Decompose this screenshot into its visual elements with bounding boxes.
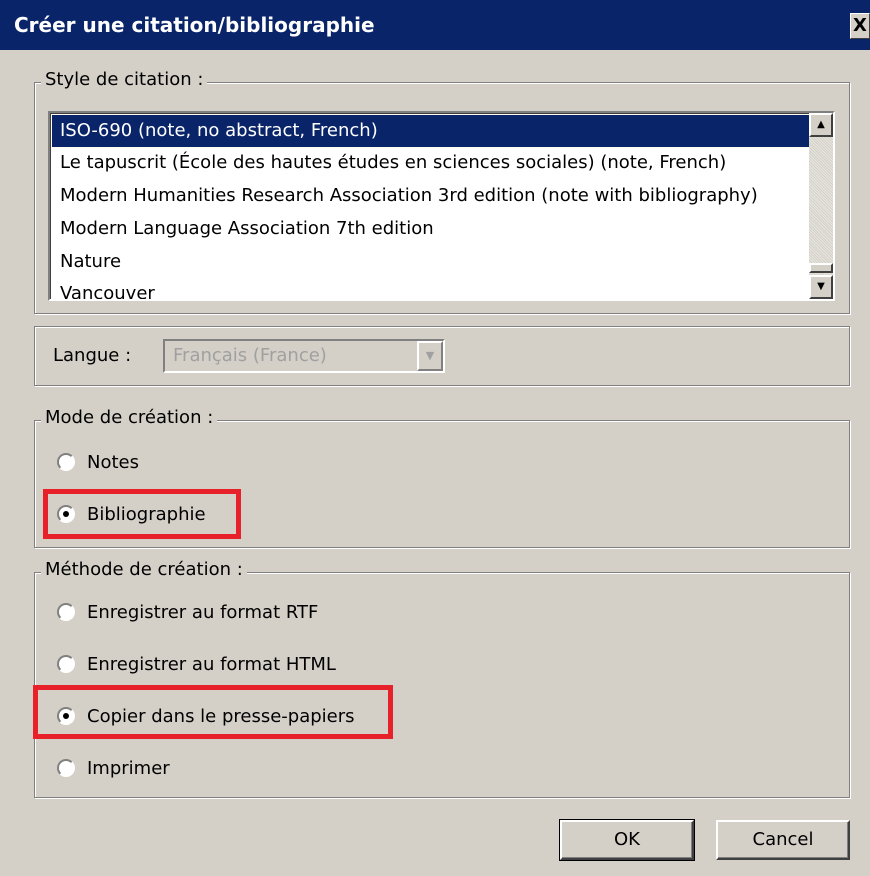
list-item[interactable]: Nature <box>52 246 121 278</box>
language-select-value: Français (France) <box>173 345 327 366</box>
list-item[interactable]: Le tapuscrit (École des hautes études en… <box>52 147 726 179</box>
scroll-up-icon[interactable]: ▲ <box>809 113 833 137</box>
title-bar: Créer une citation/bibliographie X <box>0 0 870 50</box>
citation-style-listbox[interactable]: ISO-690 (note, no abstract, French) Le t… <box>48 111 835 301</box>
highlight-box <box>33 685 393 739</box>
radio-notes[interactable]: Notes <box>57 447 139 477</box>
radio-print-label: Imprimer <box>87 757 170 779</box>
list-item[interactable]: Modern Language Association 7th edition <box>52 213 434 245</box>
radio-rtf[interactable]: Enregistrer au format RTF <box>57 597 318 627</box>
ok-button[interactable]: OK <box>559 819 695 861</box>
scroll-thumb[interactable] <box>809 263 833 273</box>
radio-notes-label: Notes <box>87 451 139 473</box>
radio-html-label: Enregistrer au format HTML <box>87 653 336 675</box>
output-method-legend: Méthode de création : <box>41 559 247 580</box>
citation-style-legend: Style de citation : <box>41 69 208 90</box>
radio-html[interactable]: Enregistrer au format HTML <box>57 649 336 679</box>
close-button[interactable]: X <box>850 13 870 39</box>
language-select[interactable]: Français (France) ▼ <box>163 339 445 373</box>
citation-style-group: Style de citation : ISO-690 (note, no ab… <box>34 69 850 314</box>
language-label: Langue : <box>53 345 132 366</box>
list-item[interactable]: Vancouver <box>52 278 155 299</box>
list-item[interactable]: Modern Humanities Research Association 3… <box>52 180 758 212</box>
cancel-button[interactable]: Cancel <box>716 820 850 860</box>
radio-icon[interactable] <box>57 453 75 471</box>
radio-icon[interactable] <box>57 759 75 777</box>
output-mode-legend: Mode de création : <box>41 407 218 428</box>
radio-icon[interactable] <box>57 655 75 673</box>
highlight-box <box>43 489 241 539</box>
radio-icon[interactable] <box>57 603 75 621</box>
output-method-group: Méthode de création : Enregistrer au for… <box>33 559 850 798</box>
chevron-down-icon[interactable]: ▼ <box>417 341 443 371</box>
language-group: Langue : Français (France) ▼ <box>34 326 850 386</box>
list-item[interactable]: ISO-690 (note, no abstract, French) <box>51 114 813 148</box>
radio-rtf-label: Enregistrer au format RTF <box>87 601 319 623</box>
scroll-down-icon[interactable]: ▼ <box>809 275 833 299</box>
radio-print[interactable]: Imprimer <box>57 753 170 783</box>
window-title: Créer une citation/bibliographie <box>14 13 375 37</box>
listbox-scrollbar[interactable]: ▲ ▼ <box>809 113 833 299</box>
output-mode-group: Mode de création : Notes Bibliographie <box>34 407 850 548</box>
